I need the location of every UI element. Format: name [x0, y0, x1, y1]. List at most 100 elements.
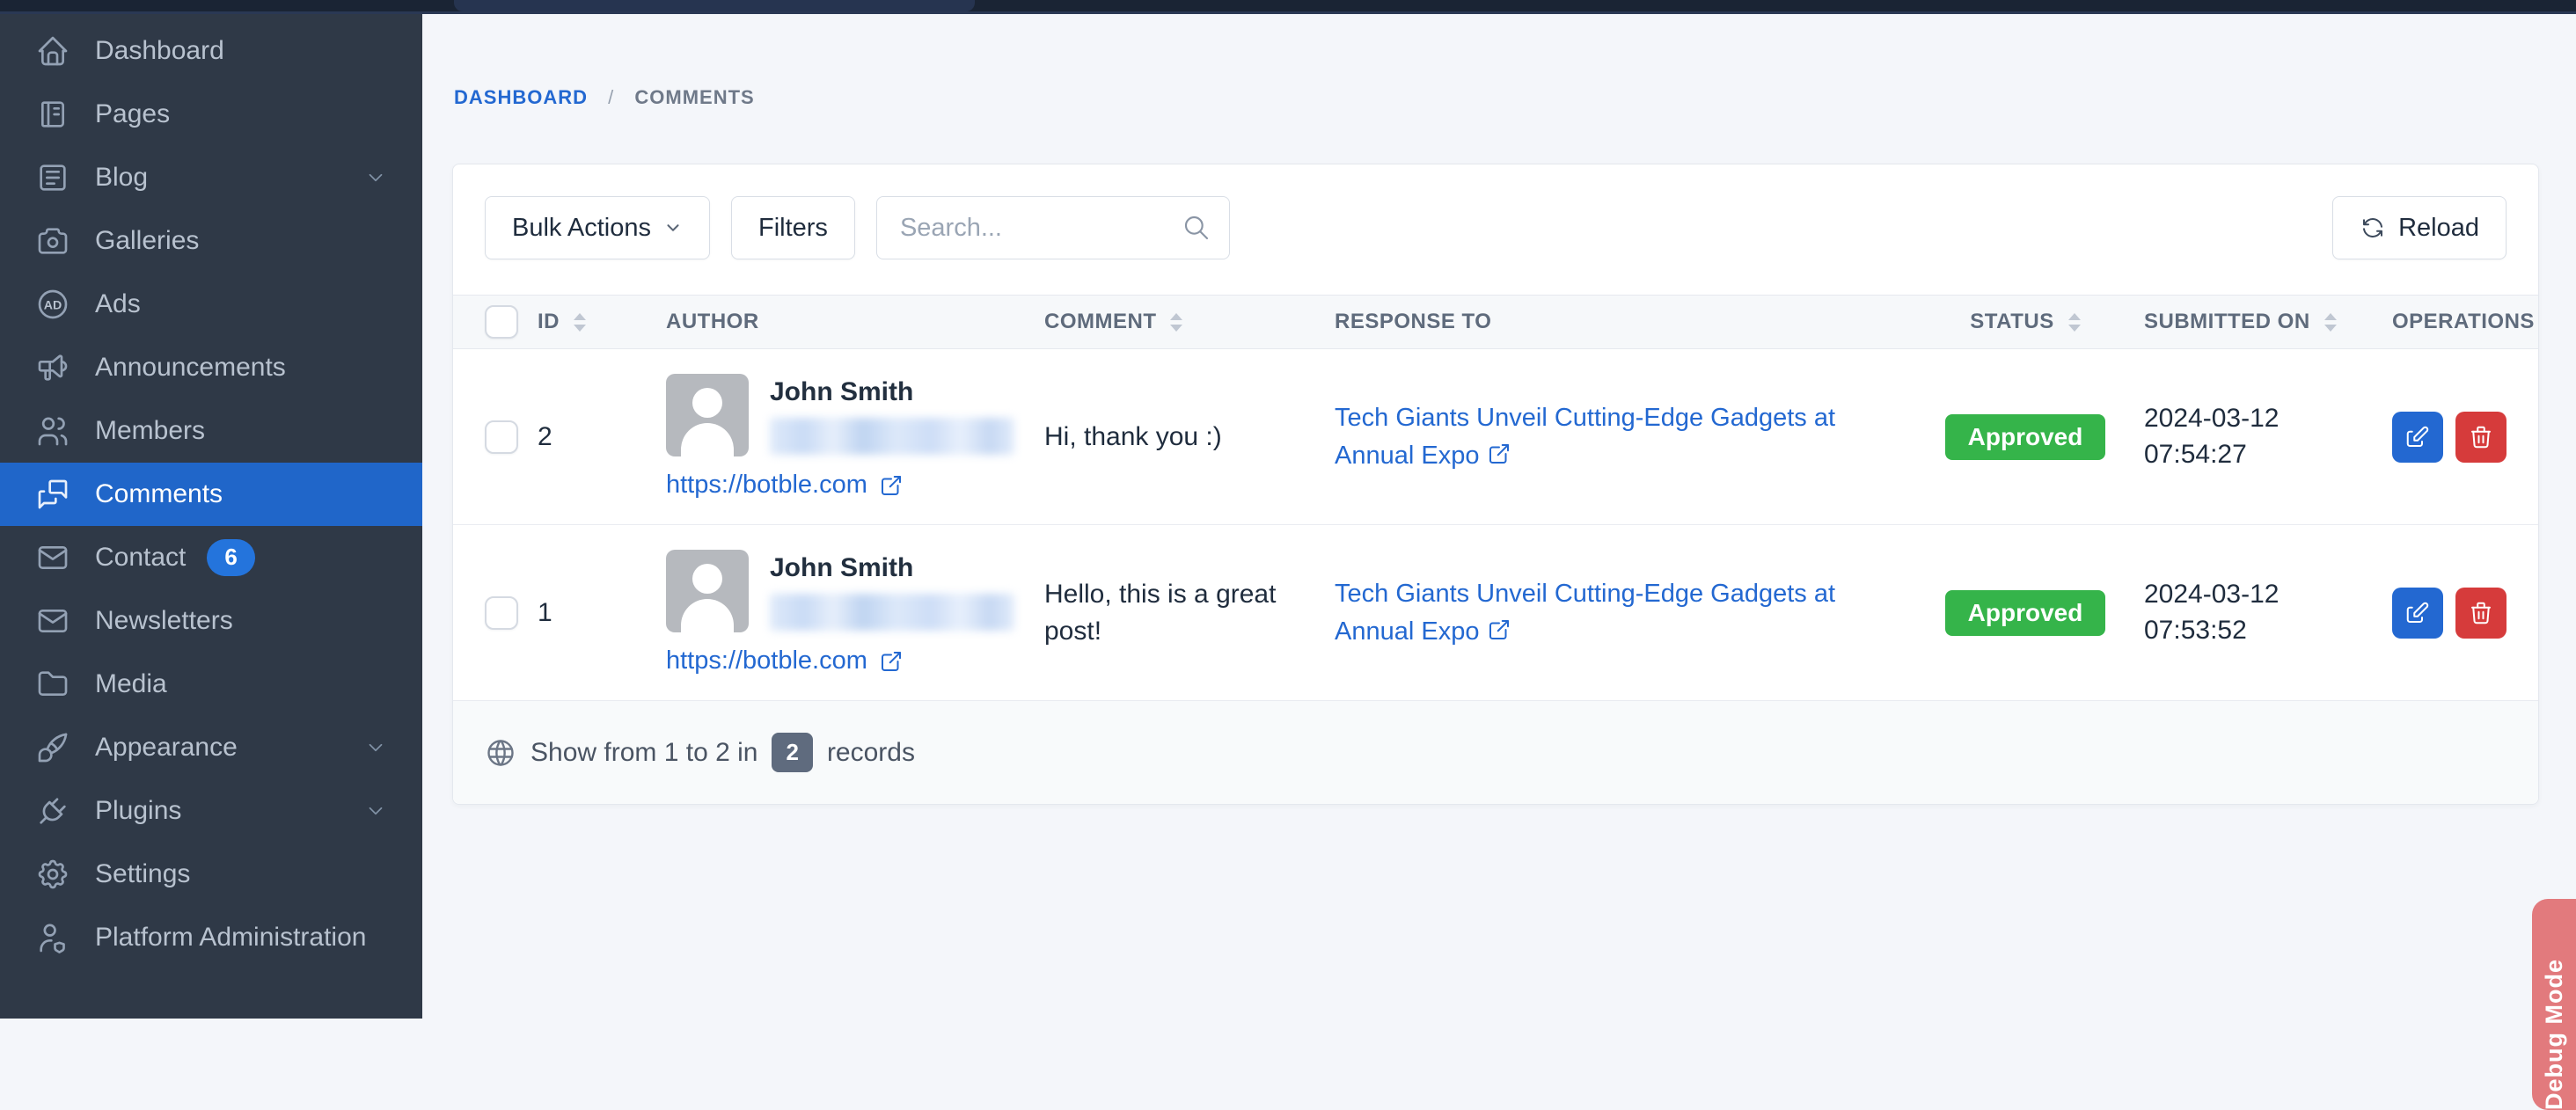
sidebar-item-label: Comments [95, 479, 223, 509]
sidebar-item-ads[interactable]: AD Ads [0, 273, 422, 336]
sidebar-item-galleries[interactable]: Galleries [0, 209, 422, 273]
edit-button[interactable] [2392, 588, 2443, 639]
response-to-cell: Tech Giants Unveil Cutting-Edge Gadgets … [1335, 399, 1906, 473]
sidebar-item-dashboard[interactable]: Dashboard [0, 19, 422, 83]
folder-icon [35, 667, 70, 702]
response-post-link[interactable]: Tech Giants Unveil Cutting-Edge Gadgets … [1335, 399, 1898, 473]
breadcrumb-current: COMMENTS [634, 86, 754, 108]
row-select-cell [485, 420, 538, 454]
breadcrumb: DASHBOARD / COMMENTS [422, 14, 2576, 109]
status-cell: Approved [1906, 414, 2144, 460]
edit-icon [2404, 424, 2431, 450]
bulk-actions-label: Bulk Actions [512, 214, 651, 243]
trash-icon [2468, 600, 2494, 626]
author-cell: John Smith https://botble.com [666, 374, 1044, 500]
sidebar-item-contact[interactable]: Contact 6 [0, 526, 422, 589]
chevron-down-icon [364, 736, 387, 759]
sidebar-item-media[interactable]: Media [0, 653, 422, 716]
chevron-down-icon [663, 218, 683, 237]
author-website-link[interactable]: https://botble.com [666, 471, 867, 500]
sidebar-item-label: Media [95, 669, 167, 699]
sidebar: Dashboard Pages Blog Galleries AD Ads An… [0, 14, 422, 1019]
response-to-cell: Tech Giants Unveil Cutting-Edge Gadgets … [1335, 575, 1906, 649]
redacted-email [770, 418, 1014, 455]
comment-cell: Hello, this is a great post! [1044, 576, 1335, 650]
column-header-id[interactable]: ID [538, 310, 666, 334]
sidebar-item-label: Members [95, 416, 205, 446]
external-link-icon [1486, 441, 1512, 467]
sidebar-item-blog[interactable]: Blog [0, 146, 422, 209]
home-icon [35, 33, 70, 69]
row-select-cell [485, 596, 538, 630]
chevron-down-icon [364, 166, 387, 189]
reload-label: Reload [2398, 214, 2479, 243]
reload-button[interactable]: Reload [2332, 196, 2506, 259]
article-icon [35, 160, 70, 195]
row-checkbox[interactable] [485, 420, 518, 454]
author-name: John Smith [770, 553, 1014, 583]
author-name: John Smith [770, 377, 1014, 407]
records-summary-prefix: Show from 1 to 2 in [531, 738, 757, 768]
comment-cell: Hi, thank you :) [1044, 419, 1335, 456]
select-all-checkbox[interactable] [485, 305, 518, 339]
response-post-link[interactable]: Tech Giants Unveil Cutting-Edge Gadgets … [1335, 575, 1898, 649]
sidebar-item-announcements[interactable]: Announcements [0, 336, 422, 399]
column-label: ID [538, 310, 560, 334]
sort-carets-icon [2068, 313, 2081, 332]
sidebar-item-pages[interactable]: Pages [0, 83, 422, 146]
response-post-title: Tech Giants Unveil Cutting-Edge Gadgets … [1335, 580, 1835, 645]
sidebar-item-label: Settings [95, 859, 190, 889]
table-toolbar: Bulk Actions Filters Reload [453, 164, 2538, 295]
row-checkbox[interactable] [485, 596, 518, 630]
chevron-down-icon [364, 800, 387, 822]
status-badge: Approved [1945, 414, 2106, 460]
sidebar-item-settings[interactable]: Settings [0, 843, 422, 906]
status-badge: Approved [1945, 590, 2106, 636]
external-link-icon [1486, 617, 1512, 643]
sidebar-item-label: Appearance [95, 733, 238, 763]
messages-icon [35, 477, 70, 512]
search-icon [1182, 214, 1211, 242]
sidebar-item-platform-administration[interactable]: Platform Administration [0, 906, 422, 969]
column-header-submitted-on[interactable]: SUBMITTED ON [2144, 310, 2392, 334]
avatar [666, 550, 749, 632]
comment-text: Hello, this is a great post! [1044, 576, 1335, 650]
external-link-icon [878, 472, 904, 499]
sidebar-item-members[interactable]: Members [0, 399, 422, 463]
search-input[interactable] [876, 196, 1230, 259]
sidebar-item-label: Contact [95, 543, 186, 573]
comment-text: Hi, thank you :) [1044, 419, 1248, 456]
plug-icon [35, 793, 70, 829]
column-header-response-to[interactable]: RESPONSE TO [1335, 310, 1906, 334]
sidebar-item-plugins[interactable]: Plugins [0, 779, 422, 843]
delete-button[interactable] [2455, 588, 2506, 639]
records-summary-suffix: records [827, 738, 915, 768]
sidebar-item-label: Platform Administration [95, 923, 366, 953]
author-website-link[interactable]: https://botble.com [666, 646, 867, 675]
filters-button[interactable]: Filters [731, 196, 855, 259]
delete-button[interactable] [2455, 412, 2506, 463]
sort-carets-icon [1170, 313, 1182, 332]
debug-mode-ribbon[interactable]: Debug Mode [2532, 899, 2576, 1110]
column-header-author[interactable]: AUTHOR [666, 310, 1044, 334]
operations-cell [2392, 588, 2506, 639]
avatar [666, 374, 749, 456]
column-label: AUTHOR [666, 310, 759, 334]
sidebar-item-label: Pages [95, 99, 170, 129]
sidebar-item-comments[interactable]: Comments [0, 463, 422, 526]
gear-icon [35, 857, 70, 892]
edit-button[interactable] [2392, 412, 2443, 463]
sidebar-item-newsletters[interactable]: Newsletters [0, 589, 422, 653]
main-content: DASHBOARD / COMMENTS Bulk Actions Filter… [422, 14, 2576, 1019]
breadcrumb-dashboard-link[interactable]: DASHBOARD [454, 86, 588, 108]
user-shield-icon [35, 920, 70, 955]
top-search-pill[interactable] [454, 0, 975, 11]
column-header-operations: OPERATIONS [2392, 310, 2535, 334]
column-label: SUBMITTED ON [2144, 310, 2310, 334]
trash-icon [2468, 424, 2494, 450]
notebook-icon [35, 97, 70, 132]
sidebar-item-appearance[interactable]: Appearance [0, 716, 422, 779]
column-header-status[interactable]: STATUS [1906, 310, 2144, 334]
bulk-actions-button[interactable]: Bulk Actions [485, 196, 710, 259]
column-header-comment[interactable]: COMMENT [1044, 310, 1335, 334]
